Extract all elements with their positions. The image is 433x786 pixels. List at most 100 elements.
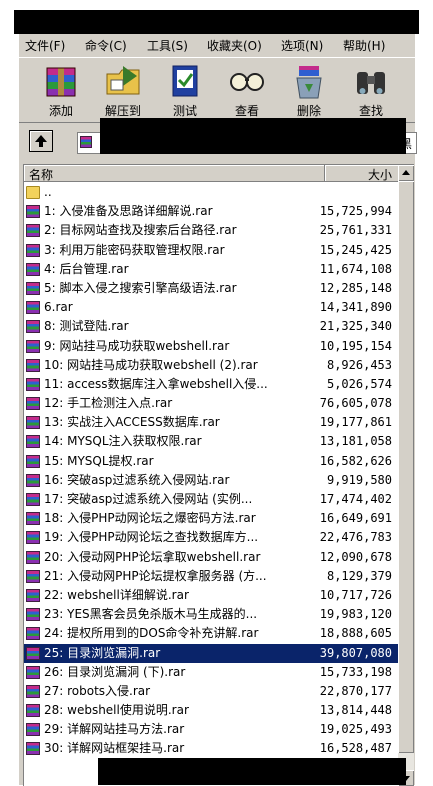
file-row[interactable]: 5: 脚本入侵之搜索引擎高级语法.rar 12,285,148 — [24, 279, 398, 298]
rar-file-icon — [26, 473, 40, 487]
rar-file-icon — [26, 646, 40, 660]
file-size: 76,605,078 — [319, 396, 392, 411]
file-name: 15: MYSQL提权.rar — [44, 453, 154, 468]
file-name: 4: 后台管理.rar — [44, 261, 129, 276]
scroll-thumb[interactable] — [398, 181, 414, 753]
file-row[interactable]: 26: 目录浏览漏洞 (下).rar 15,733,198 — [24, 663, 398, 682]
delete-button[interactable]: 删除 — [283, 62, 335, 120]
menu-favorites[interactable]: 收藏夹(O) — [207, 37, 262, 54]
delete-label: 删除 — [296, 104, 321, 118]
rar-file-icon — [26, 301, 40, 315]
file-row[interactable]: 9: 网站挂马成功获取webshell.rar 10,195,154 — [24, 337, 398, 356]
file-row[interactable]: 15: MYSQL提权.rar 16,582,626 — [24, 452, 398, 471]
file-row[interactable]: 2: 目标网站查找及搜索后台路径.rar 25,761,331 — [24, 221, 398, 240]
arrow-up-icon — [35, 135, 47, 147]
file-size: 12,090,678 — [319, 549, 392, 564]
file-row[interactable]: 3: 利用万能密码获取管理权限.rar 15,245,425 — [24, 241, 398, 260]
redaction-bar-address — [100, 118, 406, 154]
menu-options[interactable]: 选项(N) — [281, 37, 323, 54]
menu-bar: 文件(F) 命令(C) 工具(S) 收藏夹(O) 选项(N) 帮助(H) — [19, 34, 415, 56]
find-button[interactable]: 查找 — [345, 62, 397, 120]
file-name: 28: webshell使用说明.rar — [44, 703, 189, 718]
file-row[interactable]: 17: 突破asp过滤系统入侵网站 (实例... 17,474,402 — [24, 490, 398, 509]
file-row[interactable]: 10: 网站挂马成功获取webshell (2).rar 8,926,453 — [24, 356, 398, 375]
file-size: 5,026,574 — [326, 376, 392, 391]
file-size: 11,674,108 — [319, 261, 392, 276]
rar-file-icon — [26, 435, 40, 449]
file-row[interactable]: 8: 测试登陆.rar 21,325,340 — [24, 317, 398, 336]
file-name: 17: 突破asp过滤系统入侵网站 (实例... — [44, 492, 253, 506]
up-folder-button[interactable] — [29, 130, 53, 152]
file-name: 2: 目标网站查找及搜索后台路径.rar — [44, 223, 237, 238]
file-name: 20: 入侵动网PHP论坛拿取webshell.rar — [44, 549, 261, 564]
column-header-name[interactable]: 名称 — [24, 165, 325, 182]
rar-file-icon — [26, 377, 40, 391]
file-row[interactable]: 19: 入侵PHP动网论坛之查找数据库方... 22,476,783 — [24, 528, 398, 547]
file-row[interactable]: 16: 突破asp过滤系统入侵网站.rar 9,919,580 — [24, 471, 398, 490]
file-size: 16,528,487 — [319, 741, 392, 756]
file-row[interactable]: 18: 入侵PHP动网论坛之爆密码方法.rar 16,649,691 — [24, 509, 398, 528]
extract-button[interactable]: 解压到 — [97, 62, 149, 120]
file-row[interactable]: 12: 手工检测注入点.rar 76,605,078 — [24, 394, 398, 413]
file-size: 15,733,198 — [319, 664, 392, 679]
file-row[interactable]: 24: 提权所用到的DOS命令补充讲解.rar 18,888,605 — [24, 624, 398, 643]
file-size: 17,474,402 — [319, 492, 392, 506]
menu-commands[interactable]: 命令(C) — [85, 37, 127, 54]
scroll-up-button[interactable] — [398, 165, 414, 181]
rar-file-icon — [26, 723, 40, 737]
file-row[interactable]: 22: webshell详细解说.rar 10,717,726 — [24, 586, 398, 605]
toolbar: 添加 解压到 测试 查看 删除 查找 — [19, 57, 415, 123]
rar-file-icon — [26, 320, 40, 334]
file-size: 15,245,425 — [319, 242, 392, 257]
file-name: 16: 突破asp过滤系统入侵网站.rar — [44, 472, 230, 487]
add-button[interactable]: 添加 — [35, 62, 87, 120]
rar-file-icon — [26, 627, 40, 641]
rar-file-icon — [26, 205, 40, 219]
file-row[interactable]: 11: access数据库注入拿webshell入侵... 5,026,574 — [24, 375, 398, 394]
file-row[interactable]: 27: robots入侵.rar 22,870,177 — [24, 682, 398, 701]
file-size: 16,649,691 — [319, 511, 392, 526]
file-size: 19,025,493 — [319, 722, 392, 737]
file-name: 14: MYSQL注入获取权限.rar — [44, 434, 202, 449]
file-row[interactable]: 14: MYSQL注入获取权限.rar 13,181,058 — [24, 432, 398, 451]
menu-file[interactable]: 文件(F) — [25, 37, 65, 54]
rar-file-icon — [26, 665, 40, 679]
file-row[interactable]: 29: 详解网站挂马方法.rar 19,025,493 — [24, 720, 398, 739]
redaction-bar-bottom — [98, 758, 406, 785]
find-label: 查找 — [358, 104, 383, 118]
vertical-scrollbar[interactable] — [398, 165, 414, 786]
file-row[interactable]: 28: webshell使用说明.rar 13,814,448 — [24, 701, 398, 720]
file-size: 14,341,890 — [319, 300, 392, 315]
file-size: 9,919,580 — [326, 472, 392, 487]
file-size: 16,582,626 — [319, 453, 392, 468]
redaction-bar-top — [14, 10, 419, 34]
file-name: 29: 详解网站挂马方法.rar — [44, 722, 185, 737]
rar-file-icon — [26, 454, 40, 468]
file-name: 5: 脚本入侵之搜索引擎高级语法.rar — [44, 280, 237, 295]
menu-help[interactable]: 帮助(H) — [343, 37, 385, 54]
file-row[interactable]: .. — [24, 183, 398, 202]
file-row[interactable]: 23: YES黑客会员免杀版木马生成器的... 19,983,120 — [24, 605, 398, 624]
file-row[interactable]: 20: 入侵动网PHP论坛拿取webshell.rar 12,090,678 — [24, 548, 398, 567]
file-row[interactable]: 4: 后台管理.rar 11,674,108 — [24, 260, 398, 279]
file-row[interactable]: 1: 入侵准备及思路详细解说.rar 15,725,994 — [24, 202, 398, 221]
file-size: 8,129,379 — [326, 568, 392, 583]
column-header-size[interactable]: 大小 — [325, 165, 398, 182]
test-button[interactable]: 测试 — [159, 62, 211, 120]
file-row[interactable]: 6.rar 14,341,890 — [24, 298, 398, 317]
view-glasses-icon — [230, 73, 264, 91]
rar-file-icon — [26, 339, 40, 353]
file-row[interactable]: 25: 目录浏览漏洞.rar 39,807,080 — [24, 643, 398, 663]
file-row[interactable]: 30: 详解网站框架挂马.rar 16,528,487 — [24, 739, 398, 758]
file-name: 10: 网站挂马成功获取webshell (2).rar — [44, 357, 258, 372]
file-row[interactable]: 13: 实战注入ACCESS数据库.rar 19,177,861 — [24, 413, 398, 432]
menu-tools[interactable]: 工具(S) — [147, 37, 188, 54]
rar-file-icon — [26, 493, 40, 506]
parent-folder-icon — [26, 186, 40, 199]
view-button[interactable]: 查看 — [221, 62, 273, 120]
file-row[interactable]: 21: 入侵动网PHP论坛提权拿服务器 (方... 8,129,379 — [24, 567, 398, 586]
rar-file-icon — [26, 588, 40, 602]
rar-file-icon — [26, 224, 40, 238]
file-name: 6.rar — [44, 300, 73, 315]
file-name: 30: 详解网站框架挂马.rar — [44, 741, 185, 756]
